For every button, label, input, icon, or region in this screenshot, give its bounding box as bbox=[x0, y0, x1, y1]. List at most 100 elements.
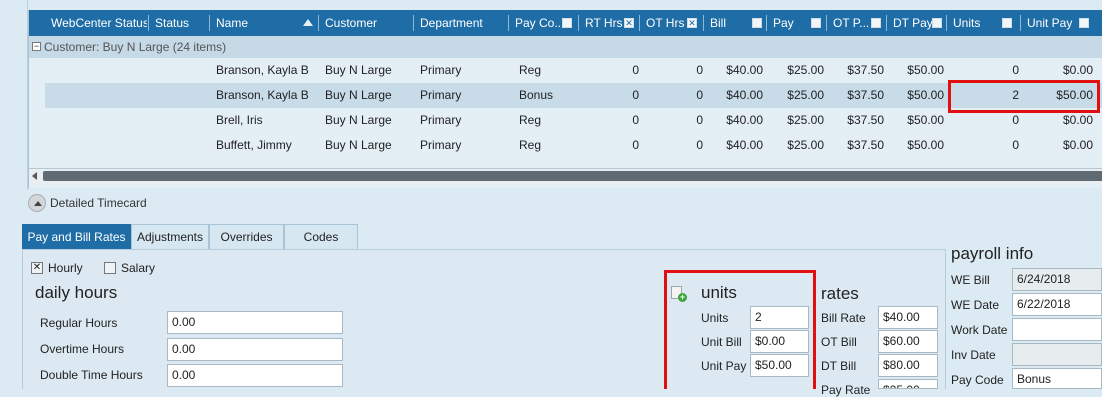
hourly-checkbox[interactable]: ✕ bbox=[31, 262, 43, 274]
ot-bill-label: OT Bill bbox=[821, 335, 857, 349]
cell-pay-code: Reg bbox=[519, 138, 542, 152]
scroll-left-icon[interactable] bbox=[32, 172, 37, 180]
col-header-customer[interactable]: Customer bbox=[318, 10, 414, 36]
pay-rate-field[interactable]: $25.00 bbox=[878, 379, 938, 389]
cell-bill: $40.00 bbox=[726, 88, 763, 102]
tab-codes[interactable]: Codes bbox=[284, 224, 358, 249]
col-header-ot-pay[interactable]: OT P... bbox=[826, 10, 886, 36]
cell-department: Primary bbox=[420, 113, 462, 127]
col-header-pay-code[interactable]: Pay Co... bbox=[508, 10, 578, 36]
dt-bill-field[interactable]: $80.00 bbox=[878, 354, 938, 377]
collapse-icon[interactable]: − bbox=[32, 42, 41, 51]
cell-department: Primary bbox=[420, 88, 462, 102]
cell-pay-code: Bonus bbox=[519, 88, 554, 102]
cell-ot-pay: $37.50 bbox=[847, 88, 884, 102]
collapse-up-icon[interactable] bbox=[28, 194, 46, 212]
cell-customer: Buy N Large bbox=[325, 63, 392, 77]
horizontal-scrollbar[interactable] bbox=[29, 168, 1102, 184]
table-row[interactable]: Buffett, Jimmy Buy N Large Primary Reg 0… bbox=[29, 133, 1102, 158]
cell-ot-pay: $37.50 bbox=[847, 63, 884, 77]
inv-date-label: Inv Date bbox=[951, 348, 996, 362]
cell-name: Branson, Kayla B bbox=[216, 63, 309, 77]
cell-ot-hrs: 0 bbox=[696, 88, 703, 102]
tab-overrides[interactable]: Overrides bbox=[209, 224, 284, 249]
cell-name: Buffett, Jimmy bbox=[216, 138, 292, 152]
cell-dt-pay: $50.00 bbox=[907, 113, 944, 127]
we-date-label: WE Date bbox=[951, 298, 1000, 312]
cell-rt-hrs: 0 bbox=[632, 88, 639, 102]
col-header-department[interactable]: Department bbox=[413, 10, 508, 36]
we-date-field[interactable]: 6/22/2018 bbox=[1012, 293, 1102, 316]
work-date-label: Work Date bbox=[951, 323, 1008, 337]
column-checkbox-icon[interactable] bbox=[1002, 18, 1012, 28]
col-header-dt-pay[interactable]: DT Pay bbox=[886, 10, 946, 36]
overtime-hours-field[interactable]: 0.00 bbox=[167, 338, 343, 361]
column-checkbox-icon[interactable]: ✕ bbox=[624, 18, 634, 28]
regular-hours-field[interactable]: 0.00 bbox=[167, 311, 343, 334]
cell-rt-hrs: 0 bbox=[632, 63, 639, 77]
cell-dt-pay: $50.00 bbox=[907, 138, 944, 152]
pay-code-field[interactable]: Bonus bbox=[1012, 368, 1102, 389]
tab-pay-and-bill-rates[interactable]: Pay and Bill Rates bbox=[22, 224, 131, 249]
cell-unit-pay: $0.00 bbox=[1062, 138, 1093, 152]
col-header-status[interactable]: Status bbox=[148, 10, 208, 36]
scrollbar-thumb[interactable] bbox=[43, 171, 1102, 181]
cell-bill: $40.00 bbox=[726, 138, 763, 152]
we-bill-field[interactable]: 6/24/2018 bbox=[1012, 268, 1102, 291]
daily-hours-title: daily hours bbox=[35, 283, 118, 302]
tab-adjustments[interactable]: Adjustments bbox=[131, 224, 209, 249]
cell-customer: Buy N Large bbox=[325, 88, 392, 102]
cell-rt-hrs: 0 bbox=[632, 113, 639, 127]
column-checkbox-icon[interactable] bbox=[752, 18, 762, 28]
col-header-bill[interactable]: Bill bbox=[703, 10, 766, 36]
cell-ot-hrs: 0 bbox=[696, 113, 703, 127]
cell-ot-pay: $37.50 bbox=[847, 138, 884, 152]
col-header-name[interactable]: Name bbox=[209, 10, 319, 36]
cell-bill: $40.00 bbox=[726, 113, 763, 127]
ot-bill-field[interactable]: $60.00 bbox=[878, 330, 938, 353]
grid-header: WebCenter Status Status Name Customer De… bbox=[29, 10, 1102, 36]
col-header-webcenter-status[interactable]: WebCenter Status bbox=[29, 10, 147, 36]
column-checkbox-icon[interactable] bbox=[932, 18, 942, 28]
group-label: Customer: Buy N Large (24 items) bbox=[44, 40, 227, 54]
work-date-field[interactable] bbox=[1012, 318, 1102, 341]
cell-name: Brell, Iris bbox=[216, 113, 263, 127]
cell-pay: $25.00 bbox=[787, 88, 824, 102]
cell-dt-pay: $50.00 bbox=[907, 88, 944, 102]
column-checkbox-icon[interactable] bbox=[1079, 18, 1089, 28]
detailed-timecard-toggle[interactable]: Detailed Timecard bbox=[28, 193, 147, 213]
pay-code-label: Pay Code bbox=[951, 373, 1004, 387]
salary-label: Salary bbox=[121, 261, 156, 275]
col-header-unit-pay[interactable]: Unit Pay bbox=[1020, 10, 1102, 36]
double-time-hours-label: Double Time Hours bbox=[40, 368, 143, 382]
cell-department: Primary bbox=[420, 63, 462, 77]
col-header-ot-hrs[interactable]: OT Hrs ✕ bbox=[639, 10, 703, 36]
inv-date-field[interactable] bbox=[1012, 343, 1102, 366]
col-header-units[interactable]: Units bbox=[946, 10, 1016, 36]
bill-rate-field[interactable]: $40.00 bbox=[878, 306, 938, 329]
double-time-hours-field[interactable]: 0.00 bbox=[167, 364, 343, 387]
salary-checkbox[interactable] bbox=[104, 262, 116, 274]
column-checkbox-icon[interactable] bbox=[871, 18, 881, 28]
column-checkbox-icon[interactable]: ✕ bbox=[687, 18, 697, 28]
cell-department: Primary bbox=[420, 138, 462, 152]
highlight-box-grid bbox=[948, 80, 1100, 113]
column-checkbox-icon[interactable] bbox=[811, 18, 821, 28]
cell-ot-pay: $37.50 bbox=[847, 113, 884, 127]
dt-bill-label: DT Bill bbox=[821, 359, 857, 373]
col-header-pay[interactable]: Pay bbox=[766, 10, 826, 36]
group-row[interactable]: − Customer: Buy N Large (24 items) bbox=[29, 36, 1102, 58]
sort-ascending-icon bbox=[303, 19, 313, 26]
cell-customer: Buy N Large bbox=[325, 138, 392, 152]
left-border bbox=[0, 0, 28, 190]
cell-pay: $25.00 bbox=[787, 63, 824, 77]
column-checkbox-icon[interactable] bbox=[562, 18, 572, 28]
cell-bill: $40.00 bbox=[726, 63, 763, 77]
timecard-grid: WebCenter Status Status Name Customer De… bbox=[28, 10, 1102, 188]
table-row-selected[interactable]: Branson, Kayla B Buy N Large Primary Bon… bbox=[45, 83, 1102, 108]
cell-pay-code: Reg bbox=[519, 63, 542, 77]
table-row[interactable]: Branson, Kayla B Buy N Large Primary Reg… bbox=[29, 58, 1102, 83]
cell-name: Branson, Kayla B bbox=[216, 88, 309, 102]
table-row[interactable]: Brell, Iris Buy N Large Primary Reg 0 0 … bbox=[29, 108, 1102, 133]
col-header-rt-hrs[interactable]: RT Hrs ✕ bbox=[578, 10, 639, 36]
